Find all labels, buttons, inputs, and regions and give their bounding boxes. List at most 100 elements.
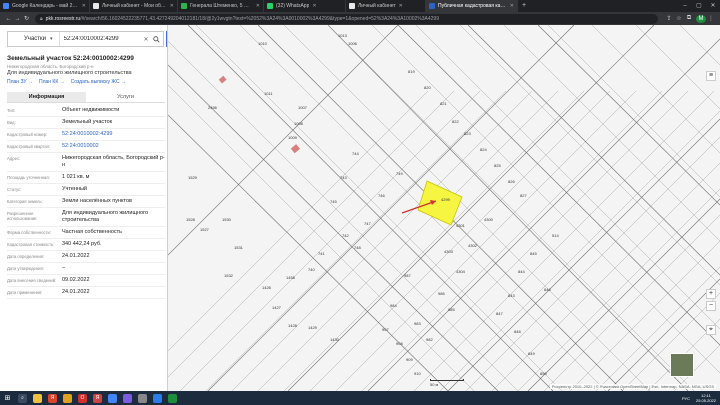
plot-label[interactable]: 748 <box>354 245 361 250</box>
plot-label[interactable]: 985 <box>448 307 455 312</box>
tab-close-icon[interactable]: ✕ <box>82 3 86 9</box>
app-icon[interactable] <box>63 393 72 403</box>
new-tab-button[interactable]: + <box>518 0 530 12</box>
plot-label[interactable]: 514 <box>552 233 559 238</box>
plot-label[interactable]: 741 <box>318 251 325 256</box>
browser-tab[interactable]: (32) WhatsApp ✕ <box>264 0 346 12</box>
plot-label[interactable]: 908 <box>396 341 403 346</box>
extensions-icon[interactable]: ⧉ <box>684 15 694 23</box>
back-icon[interactable]: ← <box>4 16 13 22</box>
search-taskbar-icon[interactable]: ⌕ <box>18 393 27 403</box>
clear-icon[interactable]: ✕ <box>142 36 151 43</box>
plot-label[interactable]: 847 <box>496 311 503 316</box>
plot-label[interactable]: 740 <box>308 267 315 272</box>
cadastral-map[interactable]: 1013 1006 819 820 821 822 823 824 825 826 827 1010 1… <box>168 25 720 391</box>
app-icon[interactable] <box>153 393 162 403</box>
attribute-value-link[interactable]: 52:24:0010002 <box>62 141 165 152</box>
app-icon[interactable] <box>138 393 147 403</box>
locate-button[interactable]: ⌖ <box>706 325 716 335</box>
tab-services[interactable]: Услуги <box>86 92 165 102</box>
attribute-value-link[interactable]: 52:24:0010002:4299 <box>62 129 165 140</box>
search-type-select[interactable]: Участки ▾ <box>8 32 60 46</box>
opera-icon[interactable]: O <box>78 393 87 403</box>
reload-icon[interactable]: ↻ <box>22 15 31 22</box>
plot-label[interactable]: 819 <box>408 69 415 74</box>
plot-label[interactable]: 986 <box>438 291 445 296</box>
plot-label[interactable]: 848 <box>514 329 521 334</box>
plot-label[interactable]: 1008 <box>294 121 304 126</box>
plot-label[interactable]: 1430 <box>330 337 340 342</box>
tab-close-icon[interactable]: ✕ <box>510 3 514 9</box>
plot-label[interactable]: 1529 <box>188 175 198 180</box>
url-input[interactable]: 🔒︎ pkk.rosreestr.ru /#/search/56.1602452… <box>35 13 658 24</box>
app-icon[interactable] <box>168 393 177 403</box>
forward-icon[interactable]: → <box>13 16 22 22</box>
maximize-icon[interactable]: ▢ <box>692 0 706 12</box>
clock[interactable]: 12:11 25.05.2022 <box>696 393 716 403</box>
plot-label[interactable]: 1010 <box>258 41 268 46</box>
plot-label[interactable]: 1530 <box>222 217 232 222</box>
windows-start-icon[interactable]: ⊞ <box>3 394 12 403</box>
create-extract-link[interactable]: Создать выписку ЖС → <box>71 79 126 85</box>
language-indicator[interactable]: РУС <box>682 396 690 401</box>
yandex-icon[interactable]: Я <box>93 393 102 403</box>
zoom-in-button[interactable]: + <box>706 289 716 299</box>
plot-label[interactable]: 1006 <box>348 41 358 46</box>
plot-label[interactable]: 745 <box>330 199 337 204</box>
search-icon[interactable] <box>151 32 163 46</box>
plot-label[interactable]: 1011 <box>264 91 273 96</box>
minimize-icon[interactable]: – <box>678 0 692 12</box>
plot-label[interactable]: 742 <box>342 233 349 238</box>
bookmark-star-icon[interactable]: ☆ <box>674 15 684 23</box>
plot-label[interactable]: 2456 <box>208 105 218 110</box>
plot-label[interactable]: 824 <box>480 147 487 152</box>
plot-label[interactable]: 825 <box>494 163 501 168</box>
plot-label[interactable]: 910 <box>414 371 421 376</box>
tab-close-icon[interactable]: ✕ <box>399 3 403 9</box>
tab-close-icon[interactable]: ✕ <box>256 3 260 9</box>
satellite-minimap[interactable] <box>670 353 694 377</box>
file-explorer-icon[interactable] <box>33 393 42 403</box>
browser-yandex-icon[interactable]: Я <box>48 393 57 403</box>
profile-avatar[interactable]: М <box>696 14 706 23</box>
plot-label[interactable]: 1007 <box>298 105 308 110</box>
plot-label[interactable]: 4303 <box>444 249 454 254</box>
plot-label[interactable]: 743 <box>340 175 347 180</box>
browser-tab[interactable]: Личный кабинет ✕ <box>346 0 426 12</box>
plot-label[interactable]: 822 <box>452 119 459 124</box>
plot-label[interactable]: 820 <box>424 85 431 90</box>
plot-label[interactable]: 827 <box>520 193 527 198</box>
plot-label[interactable]: 987 <box>404 273 411 278</box>
plot-label[interactable]: 1527 <box>200 227 210 232</box>
browser-tab[interactable]: Личный кабинет - Мои объявл ✕ <box>90 0 178 12</box>
plan-kk-link[interactable]: План КК → <box>39 79 65 85</box>
plot-label[interactable]: 826 <box>508 179 515 184</box>
plot-label[interactable]: 823 <box>464 131 471 136</box>
plot-label[interactable]: 4301 <box>456 223 466 228</box>
plot-label[interactable]: 983 <box>414 321 421 326</box>
plot-label[interactable]: 982 <box>426 337 433 342</box>
plot-label[interactable]: 843 <box>508 293 515 298</box>
plot-label[interactable]: 844 <box>518 269 525 274</box>
plot-label[interactable]: 1427 <box>272 305 282 310</box>
plot-label[interactable]: 1009 <box>288 135 298 140</box>
plot-label[interactable]: 1428 <box>288 323 298 328</box>
tab-close-icon[interactable]: ✕ <box>170 3 174 9</box>
tab-information[interactable]: Информация <box>7 92 86 102</box>
plot-label[interactable]: 821 <box>440 101 447 106</box>
browser-tab[interactable]: Генерала Штеменко, 5 — 2ГИС✕ <box>178 0 264 12</box>
close-window-icon[interactable]: ✕ <box>706 0 720 12</box>
plot-label[interactable]: 4304 <box>456 269 466 274</box>
viber-icon[interactable] <box>123 393 132 403</box>
plot-label[interactable]: 909 <box>406 357 413 362</box>
plot-label[interactable]: 1532 <box>224 273 234 278</box>
selected-plot-label[interactable]: 4299 <box>441 197 451 202</box>
plot-label[interactable]: 846 <box>544 287 551 292</box>
plot-label[interactable]: 746 <box>378 193 385 198</box>
plot-label[interactable]: 1429 <box>308 325 318 330</box>
plot-label[interactable]: 1528 <box>186 217 196 222</box>
plot-label[interactable]: 984 <box>390 303 397 308</box>
plot-label[interactable]: 849 <box>528 351 535 356</box>
search-input[interactable] <box>59 36 142 42</box>
plot-label[interactable]: 747 <box>364 221 371 226</box>
